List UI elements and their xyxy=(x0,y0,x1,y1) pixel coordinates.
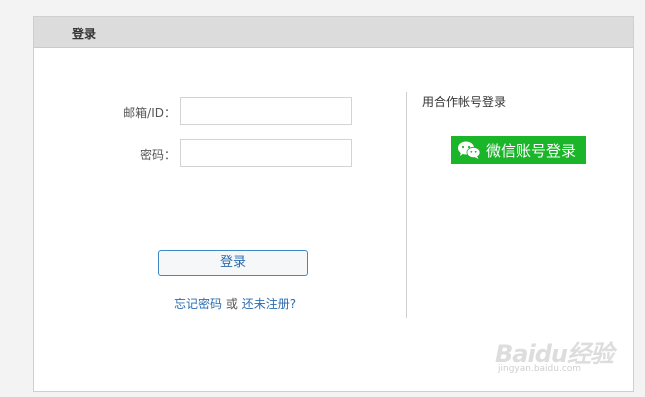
login-panel: 登录 邮箱/ID： 密码： 登录 忘记密码 或 还未注册? 用合作帐号登录 微信… xyxy=(33,16,634,392)
wechat-icon xyxy=(457,140,481,160)
partner-login-title: 用合作帐号登录 xyxy=(422,95,507,109)
wechat-login-button[interactable]: 微信账号登录 xyxy=(451,136,586,164)
wechat-login-label: 微信账号登录 xyxy=(486,141,577,160)
password-label: 密码： xyxy=(139,148,176,162)
login-button[interactable]: 登录 xyxy=(158,250,308,276)
panel-header: 登录 xyxy=(34,17,633,48)
auth-links: 忘记密码 或 还未注册? xyxy=(174,295,296,312)
page-title: 登录 xyxy=(72,27,97,41)
or-text: 或 xyxy=(225,297,238,311)
password-field[interactable] xyxy=(180,139,352,167)
register-link[interactable]: 还未注册? xyxy=(242,297,296,311)
email-field[interactable] xyxy=(180,97,352,125)
email-label: 邮箱/ID： xyxy=(123,106,176,120)
vertical-divider xyxy=(406,92,407,318)
forgot-password-link[interactable]: 忘记密码 xyxy=(174,297,222,311)
